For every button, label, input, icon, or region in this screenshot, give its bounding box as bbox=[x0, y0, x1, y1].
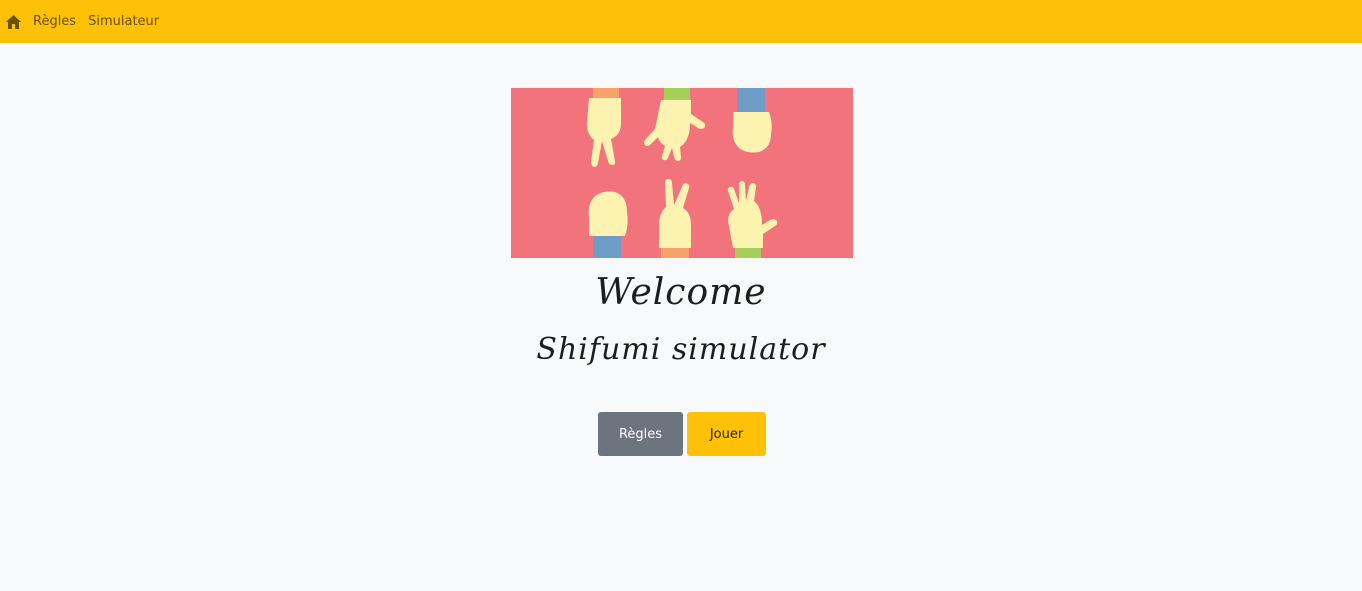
play-button[interactable]: Jouer bbox=[687, 412, 766, 456]
rock-hand-top bbox=[732, 88, 772, 153]
app-subtitle: Shifumi simulator bbox=[536, 332, 826, 367]
scissors-hand-top bbox=[586, 88, 621, 167]
paper-hand-bottom bbox=[727, 181, 778, 258]
scissors-hand-bottom bbox=[659, 179, 691, 258]
rock-hand-bottom bbox=[588, 191, 628, 258]
nav-link-simulator[interactable]: Simulateur bbox=[88, 14, 159, 29]
paper-hand-top bbox=[644, 88, 706, 161]
nav-link-rules[interactable]: Règles bbox=[33, 14, 76, 29]
rules-button[interactable]: Règles bbox=[598, 412, 683, 456]
hands-banner-image bbox=[511, 88, 853, 258]
welcome-title: Welcome bbox=[595, 272, 767, 313]
navbar: Règles Simulateur bbox=[0, 0, 1362, 43]
home-icon[interactable] bbox=[5, 13, 22, 30]
